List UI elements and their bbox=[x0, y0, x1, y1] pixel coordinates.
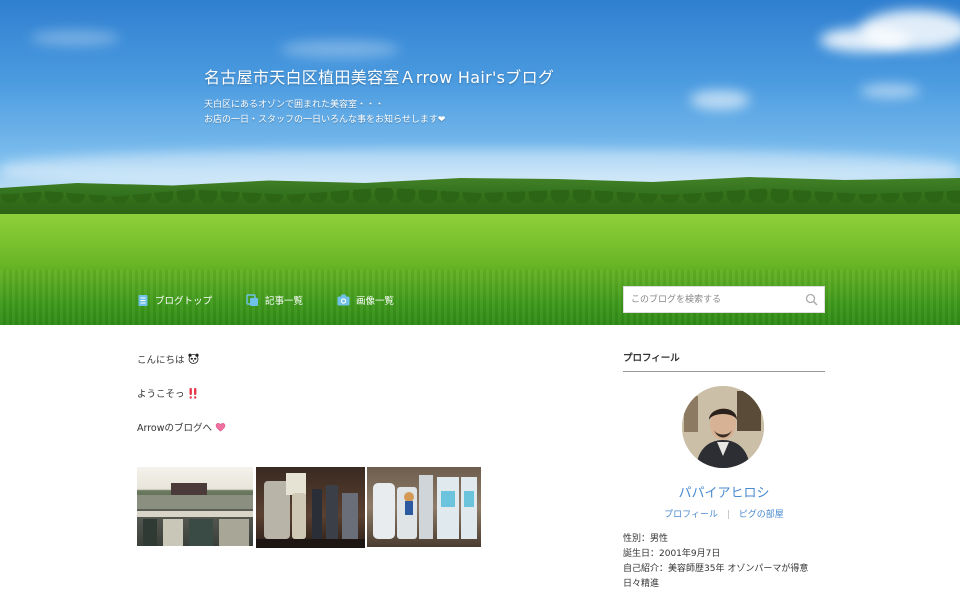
nav-article-list[interactable]: 記事一覧 bbox=[246, 293, 303, 307]
article-text-line: ようこそっ bbox=[137, 386, 198, 400]
photo-products-shelf[interactable] bbox=[256, 467, 365, 548]
profile-link[interactable]: プロフィール bbox=[664, 510, 718, 520]
nav-label: 記事一覧 bbox=[265, 296, 304, 307]
cloud bbox=[820, 28, 910, 52]
profile-intro: 自己紹介：美容師歴35年 オゾンパーマが得意 bbox=[623, 564, 809, 574]
profile-intro: 日々精進 bbox=[623, 579, 660, 589]
blog-description: 天白区にあるオゾンで囲まれた美容室・・・ お店の一日・スタッフの一日いろんな事を… bbox=[204, 98, 445, 128]
cloud bbox=[30, 30, 120, 46]
camera-icon bbox=[337, 294, 350, 306]
photo-hair-products[interactable] bbox=[367, 467, 481, 547]
profile-info: 性別：男性 誕生日：2001年9月7日 自己紹介：美容師歴35年 オゾンパーマが… bbox=[623, 532, 833, 592]
storefront-illustration bbox=[137, 483, 253, 546]
pigg-room-link[interactable]: ピグの部屋 bbox=[739, 510, 784, 520]
profile-name[interactable]: パパイアヒロシ bbox=[623, 482, 825, 501]
blog-header: 名古屋市天白区植田美容室Ａrrow Hair'sブログ 天白区にあるオゾンで囲ま… bbox=[0, 0, 960, 325]
search-input[interactable] bbox=[631, 293, 801, 307]
blog-search-box bbox=[623, 286, 825, 313]
panda-emoji-icon bbox=[187, 353, 199, 364]
sidebar-profile-title: プロフィール bbox=[623, 353, 680, 364]
article-text: こんにちは bbox=[137, 355, 185, 366]
nav-label: 画像一覧 bbox=[356, 296, 395, 307]
cloud bbox=[860, 84, 920, 98]
copy-icon bbox=[246, 293, 259, 306]
blog-nav: ブログトップ 記事一覧 画像一覧 bbox=[137, 288, 428, 312]
divider bbox=[623, 371, 825, 372]
article-text-line: こんにちは bbox=[137, 352, 199, 366]
article-text-line: Arrowのブログへ bbox=[137, 420, 226, 434]
nav-image-list[interactable]: 画像一覧 bbox=[337, 293, 394, 307]
profile-links: プロフィール | ピグの部屋 bbox=[623, 507, 825, 520]
avatar[interactable] bbox=[682, 386, 764, 468]
document-icon bbox=[138, 294, 148, 306]
article-text: Arrowのブログへ bbox=[137, 423, 213, 434]
avatar-portrait bbox=[682, 386, 764, 468]
nav-label: ブログトップ bbox=[155, 296, 213, 307]
photo-storefront[interactable] bbox=[137, 467, 253, 546]
blog-description-line: お店の一日・スタッフの一日いろんな事をお知らせします❤ bbox=[204, 115, 446, 125]
double-exclamation-icon bbox=[189, 388, 196, 399]
article-text: ようこそっ bbox=[137, 389, 185, 400]
blog-description-line: 天白区にあるオゾンで囲まれた美容室・・・ bbox=[204, 100, 385, 110]
blog-title[interactable]: 名古屋市天白区植田美容室Ａrrow Hair'sブログ bbox=[204, 64, 554, 88]
link-separator: | bbox=[726, 510, 730, 520]
profile-gender: 性別：男性 bbox=[623, 534, 669, 544]
profile-birthday: 誕生日：2001年9月7日 bbox=[623, 549, 721, 559]
cloud bbox=[690, 90, 750, 110]
cloud bbox=[280, 40, 400, 58]
hair-products-illustration bbox=[373, 475, 477, 539]
heart-icon bbox=[215, 423, 226, 432]
search-icon[interactable] bbox=[805, 293, 818, 306]
products-illustration bbox=[256, 473, 365, 548]
nav-blog-top[interactable]: ブログトップ bbox=[137, 293, 212, 307]
